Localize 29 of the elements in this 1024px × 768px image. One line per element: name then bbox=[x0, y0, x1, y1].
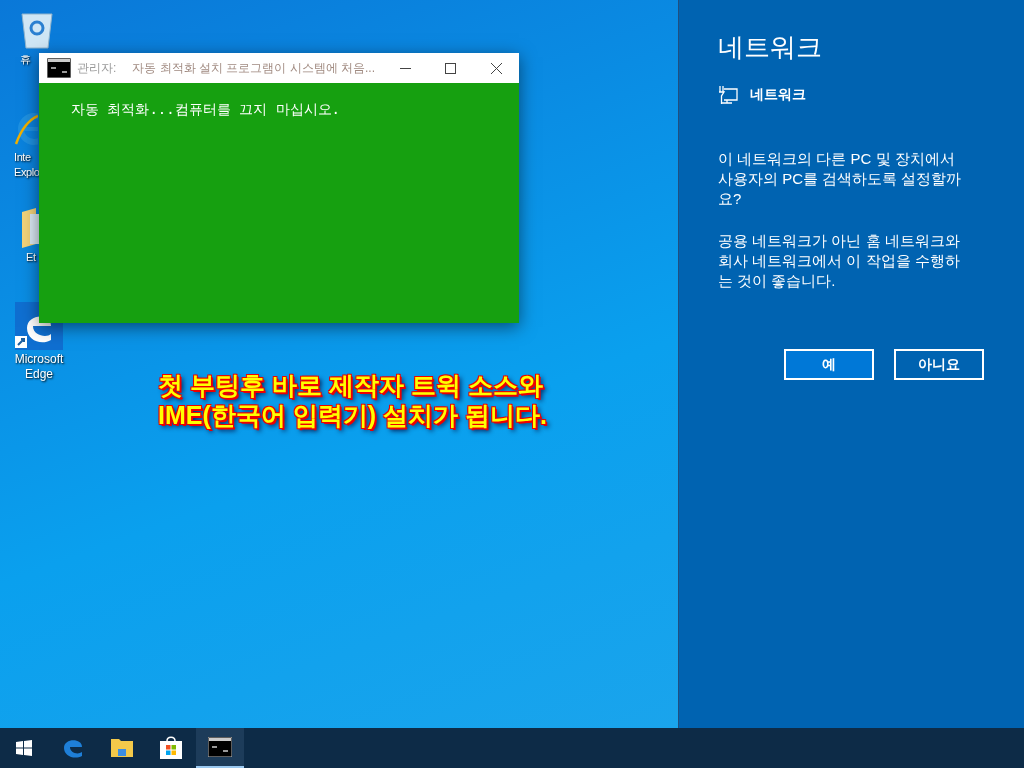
maximize-icon bbox=[444, 62, 456, 74]
panel-title: 네트워크 bbox=[718, 31, 823, 64]
desktop-icon-label[interactable]: 휴 bbox=[20, 52, 31, 67]
window-title-prefix: 관리자: bbox=[77, 60, 117, 77]
caption-text: IME(한국어 입력기) 설치가 됩니다. bbox=[158, 400, 547, 430]
desktop-icon-label[interactable]: Edge bbox=[25, 367, 53, 382]
folder-icon[interactable] bbox=[111, 737, 133, 757]
store-bag-icon[interactable] bbox=[160, 735, 182, 759]
discovery-question: 이 네트워크의 다른 PC 및 장치에서 사용자의 PC를 검색하도록 설정할까요? bbox=[718, 149, 963, 209]
folder-icon bbox=[22, 208, 39, 248]
caption-text: 첫 부팅후 바로 제작자 트윅 소스와 bbox=[158, 370, 544, 400]
console-icon[interactable] bbox=[208, 737, 232, 757]
dialog-button[interactable]: 아니요 bbox=[894, 349, 984, 380]
minimize-icon bbox=[399, 67, 411, 69]
windows-logo-icon bbox=[16, 740, 32, 756]
recycle-bin-icon bbox=[20, 10, 54, 50]
console-icon[interactable] bbox=[47, 58, 71, 78]
taskbar-app-button[interactable] bbox=[196, 728, 244, 768]
dialog-button[interactable]: 예 bbox=[784, 349, 874, 380]
close-icon bbox=[490, 62, 502, 74]
desktop-icon-label[interactable]: Microsoft bbox=[14, 352, 64, 367]
discovery-advice: 공용 네트워크가 아닌 홈 네트워크와 회사 네트워크에서 이 작업을 수행하는 것이 좋습니다. bbox=[718, 231, 961, 291]
desktop-icon-label[interactable]: Et bbox=[26, 250, 36, 265]
ethernet-monitor-icon bbox=[718, 85, 738, 104]
desktop-icon-label[interactable]: Inte bbox=[14, 150, 31, 165]
desktop-icon-label[interactable]: Explo bbox=[14, 165, 40, 180]
network-name: 네트워크 bbox=[750, 85, 806, 104]
console-output: 자동 최적화...컴퓨터를 끄지 마십시오. bbox=[71, 101, 340, 117]
window-title: 자동 최적화 설치 프로그램이 시스템에 처음... bbox=[132, 60, 375, 77]
